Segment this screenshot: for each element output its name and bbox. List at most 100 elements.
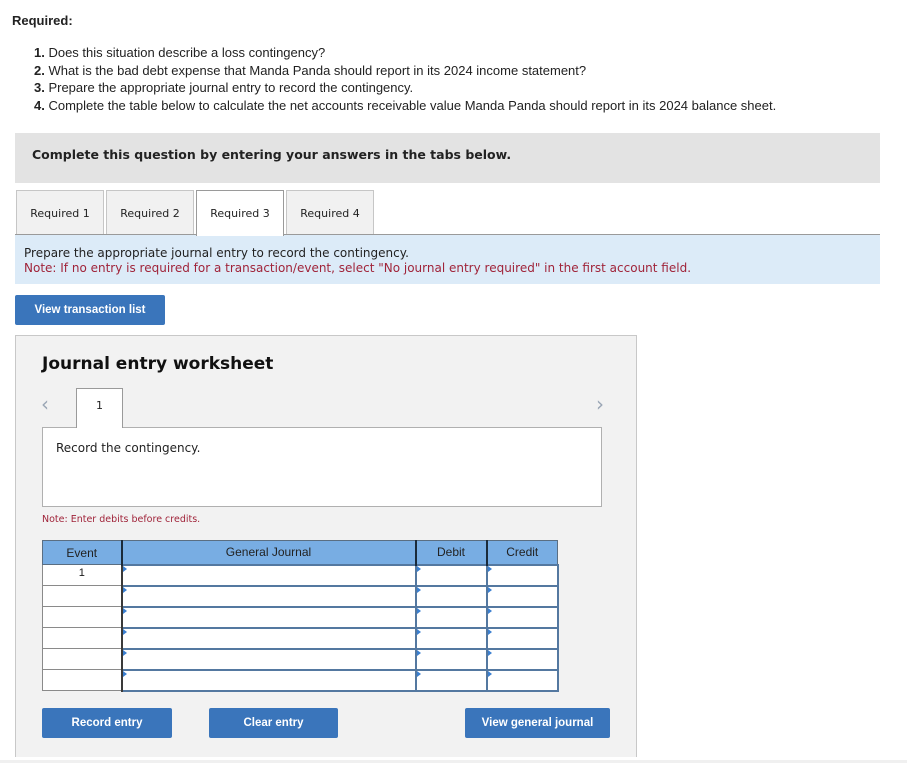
dropdown-flag-icon xyxy=(416,628,421,635)
chevron-left-icon[interactable]: ‹ xyxy=(41,392,49,416)
chevron-right-icon[interactable]: › xyxy=(596,392,604,416)
credit-input[interactable] xyxy=(487,670,557,690)
dropdown-flag-icon xyxy=(487,607,492,614)
account-input[interactable] xyxy=(122,607,415,627)
header-event: Event xyxy=(42,540,123,565)
requirement-item: 2. What is the bad debt expense that Man… xyxy=(34,62,776,80)
requirements-list: 1. Does this situation describe a loss c… xyxy=(34,44,776,114)
header-general-journal: General Journal xyxy=(121,540,417,565)
instructions-bar: Complete this question by entering your … xyxy=(15,133,880,183)
dropdown-flag-icon xyxy=(487,628,492,635)
debit-input[interactable] xyxy=(416,565,486,585)
credit-input[interactable] xyxy=(487,649,557,669)
view-transaction-list-button[interactable]: View transaction list xyxy=(15,295,165,325)
dropdown-flag-icon xyxy=(122,649,127,656)
dropdown-flag-icon xyxy=(122,565,127,572)
required-heading: Required: xyxy=(12,13,73,28)
event-cell xyxy=(42,648,123,670)
account-input[interactable] xyxy=(122,586,415,606)
dropdown-flag-icon xyxy=(122,586,127,593)
table-row xyxy=(42,584,559,608)
requirement-number: 1. xyxy=(34,45,45,60)
credit-input[interactable] xyxy=(487,628,557,648)
view-general-journal-button[interactable]: View general journal xyxy=(465,708,610,738)
table-row: 1 xyxy=(42,563,559,587)
requirement-number: 2. xyxy=(34,62,45,78)
table-row xyxy=(42,626,559,650)
header-credit: Credit xyxy=(486,540,558,565)
tab-required-1[interactable]: Required 1 xyxy=(16,190,104,235)
account-input[interactable] xyxy=(122,565,415,585)
event-cell: 1 xyxy=(42,564,123,586)
credit-cell xyxy=(485,563,559,587)
account-cell xyxy=(120,647,417,671)
debit-cell xyxy=(414,647,488,671)
table-row xyxy=(42,668,559,692)
dropdown-flag-icon xyxy=(122,607,127,614)
dropdown-flag-icon xyxy=(487,649,492,656)
tab-required-2[interactable]: Required 2 xyxy=(106,190,194,235)
requirement-item: 3. Prepare the appropriate journal entry… xyxy=(34,79,776,97)
credit-cell xyxy=(485,605,559,629)
worksheet-title: Journal entry worksheet xyxy=(42,354,274,374)
debit-cell xyxy=(414,563,488,587)
dropdown-flag-icon xyxy=(487,565,492,572)
debit-input[interactable] xyxy=(416,586,486,606)
requirement-text: Prepare the appropriate journal entry to… xyxy=(44,80,414,95)
requirement-text: Does this situation describe a loss cont… xyxy=(44,45,326,60)
event-cell xyxy=(42,585,123,607)
event-cell xyxy=(42,627,123,649)
table-row xyxy=(42,647,559,671)
tab-required-3[interactable]: Required 3 xyxy=(196,190,284,236)
debit-input[interactable] xyxy=(416,607,486,627)
debit-cell xyxy=(414,668,488,692)
table-row xyxy=(42,605,559,629)
credit-input[interactable] xyxy=(487,607,557,627)
account-input[interactable] xyxy=(122,628,415,648)
account-cell xyxy=(120,584,417,608)
requirement-item: 1. Does this situation describe a loss c… xyxy=(34,44,776,62)
event-cell xyxy=(42,606,123,628)
credit-input[interactable] xyxy=(487,586,557,606)
debit-input[interactable] xyxy=(416,670,486,690)
debit-cell xyxy=(414,626,488,650)
record-entry-button[interactable]: Record entry xyxy=(42,708,172,738)
debit-input[interactable] xyxy=(416,628,486,648)
dropdown-flag-icon xyxy=(122,670,127,677)
entry-description-box: Record the contingency. xyxy=(42,427,602,507)
required-tabs: Required 1 Required 2 Required 3 Require… xyxy=(16,190,376,236)
requirement-text: Complete the table below to calculate th… xyxy=(44,97,777,113)
entry-tab-1[interactable]: 1 xyxy=(76,388,123,428)
dropdown-flag-icon xyxy=(487,586,492,593)
debit-cell xyxy=(414,584,488,608)
dropdown-flag-icon xyxy=(122,628,127,635)
prompt-note: Note: If no entry is required for a tran… xyxy=(24,261,692,275)
dropdown-flag-icon xyxy=(416,670,421,677)
requirement-text: What is the bad debt expense that Manda … xyxy=(44,62,587,78)
journal-entry-worksheet: Journal entry worksheet ‹ 1 › Record the… xyxy=(15,335,637,757)
credit-cell xyxy=(485,668,559,692)
tab-required-4[interactable]: Required 4 xyxy=(286,190,374,235)
credit-input[interactable] xyxy=(487,565,557,585)
credit-cell xyxy=(485,584,559,608)
dropdown-flag-icon xyxy=(487,670,492,677)
clear-entry-button[interactable]: Clear entry xyxy=(209,708,338,738)
prompt-box: Prepare the appropriate journal entry to… xyxy=(15,234,880,284)
account-input[interactable] xyxy=(122,670,415,690)
dropdown-flag-icon xyxy=(416,565,421,572)
event-cell xyxy=(42,669,123,691)
dropdown-flag-icon xyxy=(416,586,421,593)
debit-input[interactable] xyxy=(416,649,486,669)
debits-note: Note: Enter debits before credits. xyxy=(42,514,201,525)
debit-cell xyxy=(414,605,488,629)
instructions-text: Complete this question by entering your … xyxy=(32,147,512,162)
account-cell xyxy=(120,605,417,629)
credit-cell xyxy=(485,647,559,671)
header-debit: Debit xyxy=(415,540,488,565)
table-header-row: Event General Journal Debit Credit xyxy=(42,540,558,565)
dropdown-flag-icon xyxy=(416,649,421,656)
account-input[interactable] xyxy=(122,649,415,669)
requirement-number: 3. xyxy=(34,80,45,95)
general-journal-table: Event General Journal Debit Credit 1 xyxy=(42,540,559,692)
credit-cell xyxy=(485,626,559,650)
